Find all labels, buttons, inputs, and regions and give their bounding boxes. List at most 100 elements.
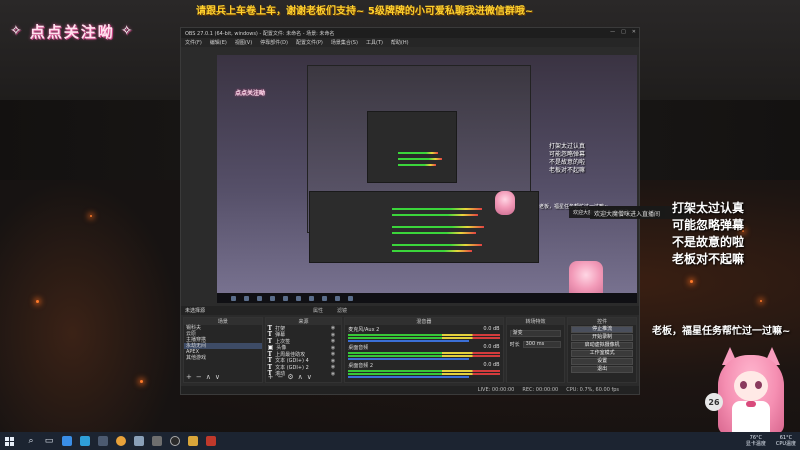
sources-list: T 打架 ◉ T 弹幕 ◉ T 上次签 ◉ ▣ 头像 ◉ T 上周最佳助攻 ◉ T 文本 (GDI+)… xyxy=(266,325,342,378)
danmu-line: 可能忽略弹幕 xyxy=(672,218,745,232)
system-tray: 76°C 显卡温度 61°C CPU温度 xyxy=(746,432,796,450)
follow-text: 点点关注呦 xyxy=(29,22,115,41)
mixer-channel: 麦克风/Aux 2 0.0 dB xyxy=(345,325,502,343)
cpu-temp-label: CPU温度 xyxy=(775,441,796,447)
obs-preview[interactable]: 请跟兵上车卷上车，谢谢老板们支持~ 5级牌牌的小可爱私聊我进微信群哦~ 点点关注… xyxy=(217,55,637,303)
preview-follow-badge: 点点关注呦 xyxy=(235,90,266,97)
task-view-icon[interactable]: ▭ xyxy=(40,432,58,450)
ember xyxy=(760,300,762,302)
move-up-icon[interactable]: ∧ xyxy=(206,374,211,381)
cpu-fps: CPU: 0.7%, 60.00 fps xyxy=(566,387,619,393)
obs-app-icon[interactable] xyxy=(166,432,184,450)
channel-name: 桌面音频 2 xyxy=(348,363,374,369)
menu-edit[interactable]: 编辑(E) xyxy=(210,39,227,46)
visibility-icon[interactable]: ◉ xyxy=(331,358,335,364)
gpu-temp: 76°C 显卡温度 xyxy=(746,435,766,447)
menu-help[interactable]: 帮助(H) xyxy=(391,39,409,46)
volume-meter xyxy=(348,370,500,372)
mixer-channel: 桌面音频 2 0.0 dB xyxy=(345,361,502,379)
add-source-button[interactable]: + xyxy=(268,374,274,381)
duration-input[interactable]: 300 ms xyxy=(522,341,562,348)
sources-toolbar: + − ⚙ ∧ ∨ xyxy=(268,374,312,381)
move-up-icon[interactable]: ∧ xyxy=(298,374,303,381)
avatar-thumbnail xyxy=(495,191,515,215)
menu-profile[interactable]: 配置文件(P) xyxy=(296,39,323,46)
obs-title-bar[interactable]: OBS 27.0.1 (64-bit, windows) - 配置文件: 未命名… xyxy=(181,28,639,38)
menu-scene-collection[interactable]: 场景集合(S) xyxy=(331,39,358,46)
properties-button[interactable]: 属性 xyxy=(313,307,323,314)
transitions-dock: 转场特效 渐变 时长 300 ms xyxy=(505,317,566,383)
remove-source-button[interactable]: − xyxy=(278,374,284,381)
visibility-icon[interactable]: ◉ xyxy=(331,371,335,377)
visibility-icon[interactable]: ◉ xyxy=(331,332,335,338)
cpu-temp: 61°C CPU温度 xyxy=(776,435,796,447)
obs-docks: 场景 锡科夫 云原 主播穿搭 永劫无间 APEX 其他游戏 + − ∧ ∨ 来源… xyxy=(181,317,639,383)
start-recording-button[interactable]: 开始录制 xyxy=(571,334,633,341)
window-controls: — □ ✕ xyxy=(610,29,636,35)
controls-dock: 控件 停止推流 开始录制 启动虚拟摄像机 工作室模式 设置 退出 xyxy=(567,317,637,383)
mixer-dock: 混音器 麦克风/Aux 2 0.0 dB 桌面音频 0.0 dB 桌面音频 2 0.0… xyxy=(344,317,504,383)
remove-scene-button[interactable]: − xyxy=(196,374,202,381)
ember xyxy=(90,215,92,217)
meter-bar xyxy=(392,208,482,210)
volume-slider[interactable] xyxy=(348,358,470,360)
app-icon[interactable] xyxy=(112,432,130,450)
sources-dock: 来源 T 打架 ◉ T 弹幕 ◉ T 上次签 ◉ ▣ 头像 ◉ T 上周最佳助攻 ◉ T 文本 (GD… xyxy=(264,317,343,383)
danmu-line: 不是故意的啦 xyxy=(672,235,745,249)
stop-streaming-button[interactable]: 停止推流 xyxy=(571,326,633,333)
app-icon[interactable] xyxy=(202,432,220,450)
menu-docks[interactable]: 停靠部件(D) xyxy=(260,39,288,46)
visibility-icon[interactable]: ◉ xyxy=(331,338,335,344)
minimize-button[interactable]: — xyxy=(610,29,615,35)
settings-button[interactable]: 设置 xyxy=(571,358,633,365)
visibility-icon[interactable]: ◉ xyxy=(331,364,335,370)
rec-time: REC: 00:00:00 xyxy=(522,387,559,393)
transitions-dock-title: 转场特效 xyxy=(506,318,565,325)
scrolling-banner: 请跟兵上车卷上车，谢谢老板们支持~ 5级牌牌的小可爱私聊我进微信群哦~ xyxy=(196,6,534,17)
menu-file[interactable]: 文件(F) xyxy=(185,39,202,46)
menu-tools[interactable]: 工具(T) xyxy=(366,39,383,46)
level-badge: 26 xyxy=(705,393,723,411)
close-button[interactable]: ✕ xyxy=(632,29,636,35)
volume-slider[interactable] xyxy=(348,340,470,342)
controls-dock-title: 控件 xyxy=(568,318,636,325)
visibility-icon[interactable]: ◉ xyxy=(331,345,335,351)
gpu-temp-label: 显卡温度 xyxy=(745,441,766,447)
exit-button[interactable]: 退出 xyxy=(571,366,633,373)
volume-slider[interactable] xyxy=(348,376,470,378)
search-icon[interactable]: ⌕ xyxy=(22,432,40,450)
preview-danmu-line: 可能忽略弹幕 xyxy=(549,151,586,158)
start-button[interactable] xyxy=(0,432,18,450)
move-down-icon[interactable]: ∨ xyxy=(307,374,312,381)
app-icon[interactable] xyxy=(148,432,166,450)
filters-button[interactable]: 滤镜 xyxy=(337,307,347,314)
app-icon[interactable] xyxy=(130,432,148,450)
meter-bar xyxy=(398,164,436,166)
move-down-icon[interactable]: ∨ xyxy=(215,374,220,381)
live-time: LIVE: 00:00:00 xyxy=(477,387,515,393)
studio-mode-button[interactable]: 工作室模式 xyxy=(571,350,633,357)
obs-window[interactable]: OBS 27.0.1 (64-bit, windows) - 配置文件: 未命名… xyxy=(180,27,665,395)
obs-menu-bar: 文件(F) 编辑(E) 视图(V) 停靠部件(D) 配置文件(P) 场景集合(S… xyxy=(181,38,639,47)
avatar-eye xyxy=(755,381,762,389)
avatar-face xyxy=(734,371,768,401)
meter-bar xyxy=(392,244,482,246)
menu-view[interactable]: 视图(V) xyxy=(235,39,252,46)
visibility-icon[interactable]: ◉ xyxy=(331,325,335,331)
virtual-camera-button[interactable]: 启动虚拟摄像机 xyxy=(571,342,633,349)
app-icon[interactable] xyxy=(94,432,112,450)
app-icon[interactable] xyxy=(58,432,76,450)
visibility-icon[interactable]: ◉ xyxy=(331,351,335,357)
volume-meter xyxy=(348,334,500,336)
maximize-button[interactable]: □ xyxy=(621,29,626,35)
channel-db: 0.0 dB xyxy=(483,326,500,332)
app-icon[interactable] xyxy=(184,432,202,450)
scene-item[interactable]: 其他游戏 xyxy=(184,355,262,361)
app-icon[interactable] xyxy=(76,432,94,450)
gear-icon[interactable]: ⚙ xyxy=(287,374,293,381)
transition-select[interactable]: 渐变 xyxy=(509,330,562,337)
danmu-text: 打架太过认真 可能忽略弹幕 不是故意的啦 老板对不起嘛 xyxy=(672,200,792,268)
add-scene-button[interactable]: + xyxy=(186,374,192,381)
danmu-line: 老板对不起嘛 xyxy=(672,252,745,266)
meter-bar xyxy=(392,232,476,234)
